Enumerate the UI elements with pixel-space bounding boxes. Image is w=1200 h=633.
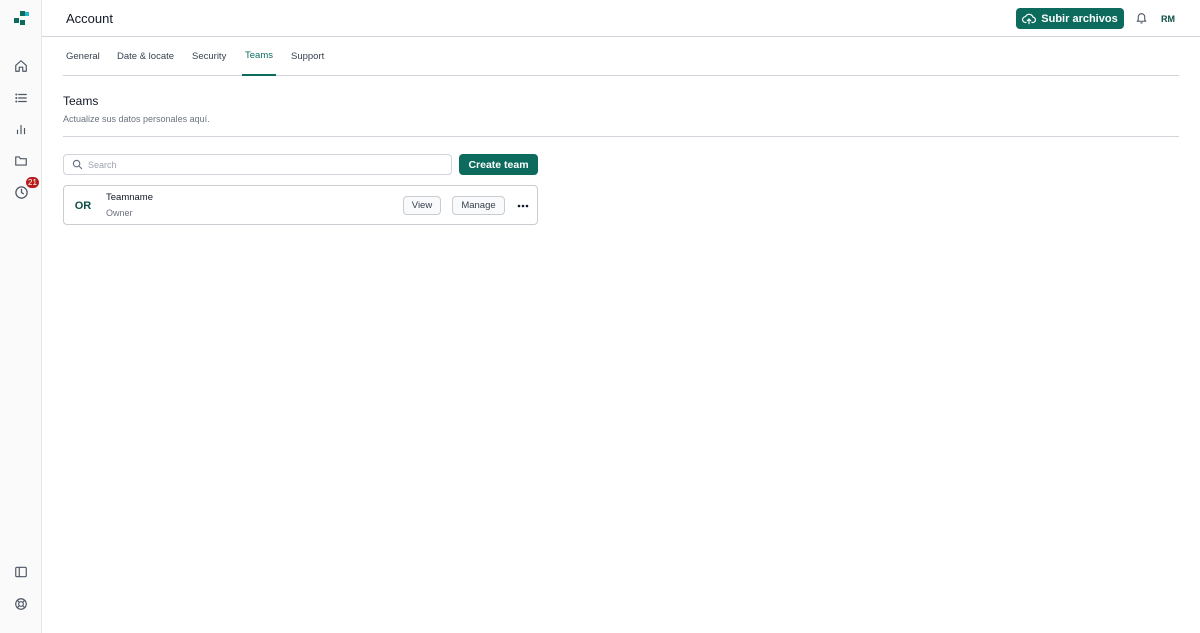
chart-icon[interactable] xyxy=(11,119,31,139)
list-icon[interactable] xyxy=(11,88,31,108)
home-icon[interactable] xyxy=(11,56,31,76)
tab-teams[interactable]: Teams xyxy=(242,37,276,76)
search-box xyxy=(63,154,452,175)
manage-team-button[interactable]: Manage xyxy=(452,196,505,215)
more-options-icon[interactable] xyxy=(514,196,532,215)
team-card: OR Teamname Owner View Manage xyxy=(63,185,538,225)
page-title: Account xyxy=(66,11,113,26)
cloud-upload-icon xyxy=(1022,13,1037,24)
search-input[interactable] xyxy=(88,159,428,170)
team-avatar: OR xyxy=(74,200,92,212)
upload-files-button[interactable]: Subir archivos xyxy=(1016,8,1124,29)
upload-files-label: Subir archivos xyxy=(1041,12,1118,25)
sidebar-toggle-icon[interactable] xyxy=(11,562,31,582)
section-title: Teams xyxy=(63,94,99,108)
bell-icon[interactable] xyxy=(1133,10,1149,26)
folder-icon[interactable] xyxy=(11,151,31,171)
team-name: Teamname xyxy=(106,192,153,203)
create-team-button[interactable]: Create team xyxy=(459,154,538,175)
sidebar: 21 xyxy=(0,0,42,633)
help-icon[interactable] xyxy=(11,594,31,614)
tab-date-locate[interactable]: Date & locate xyxy=(114,37,177,76)
notification-badge: 21 xyxy=(26,177,39,188)
search-icon xyxy=(72,159,83,170)
app-logo[interactable] xyxy=(14,11,30,27)
user-avatar[interactable]: RM xyxy=(1156,8,1180,29)
tab-general[interactable]: General xyxy=(63,37,103,76)
tab-support[interactable]: Support xyxy=(288,37,327,76)
view-team-button[interactable]: View xyxy=(403,196,441,215)
settings-tabs: General Date & locate Security Teams Sup… xyxy=(63,37,1179,76)
top-bar: Account Subir archivos RM xyxy=(42,0,1200,37)
team-role: Owner xyxy=(106,208,133,218)
section-divider xyxy=(63,136,1179,137)
section-subtitle: Actualize sus datos personales aquí. xyxy=(63,114,210,124)
tab-security[interactable]: Security xyxy=(189,37,229,76)
